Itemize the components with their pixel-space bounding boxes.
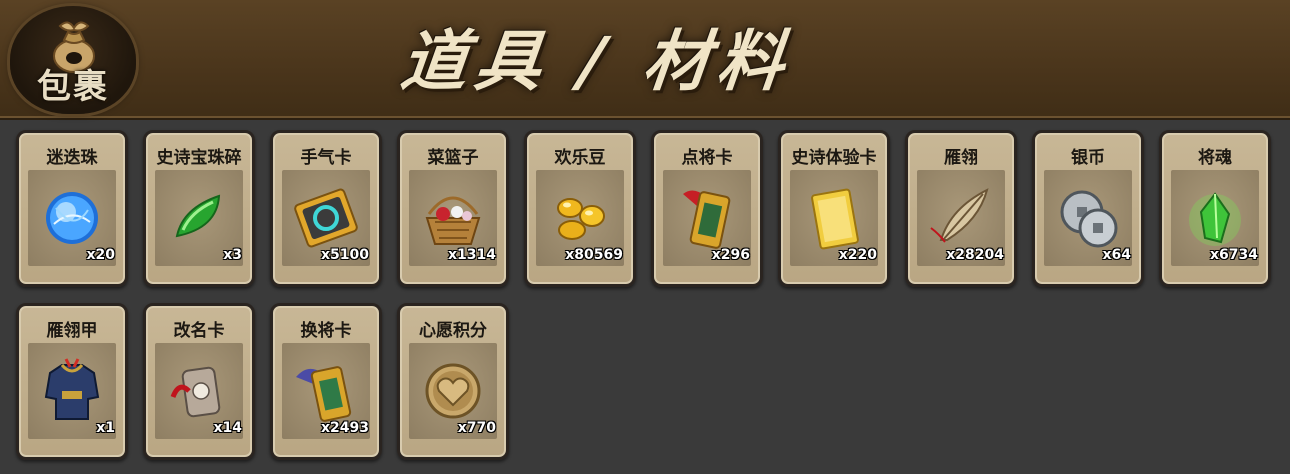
item-count: x6734 — [1210, 247, 1258, 263]
item-card[interactable]: 史诗体验卡 x220 — [778, 130, 890, 287]
item-name: 史诗体验卡 — [791, 148, 877, 168]
item-count: x20 — [86, 247, 115, 263]
green-crystal-icon — [1189, 192, 1241, 246]
item-name: 欢乐豆 — [554, 148, 606, 168]
blue-orb-icon — [46, 192, 98, 244]
item-card[interactable]: 雁翎 x28204 — [905, 130, 1017, 287]
item-card[interactable]: 欢乐豆 x80569 — [524, 130, 636, 287]
swap-token-icon — [296, 366, 352, 422]
item-count: x1 — [96, 420, 115, 436]
item-card[interactable]: 雁翎甲 x1 — [16, 303, 128, 460]
item-name: 心愿积分 — [419, 321, 487, 341]
item-count: x64 — [1102, 247, 1131, 263]
feather-icon — [930, 188, 989, 243]
item-count: x2493 — [321, 420, 369, 436]
rename-tag-icon — [170, 366, 221, 418]
item-count: x3 — [223, 247, 242, 263]
item-card[interactable]: 换将卡 x2493 — [270, 303, 382, 460]
item-card[interactable]: 史诗宝珠碎 x3 — [143, 130, 255, 287]
armor-icon — [44, 358, 100, 420]
page-title: 道具 / 材料 — [397, 23, 796, 100]
luck-card-icon — [294, 188, 358, 248]
gold-card-icon — [811, 188, 859, 250]
silver-coins-icon — [1060, 190, 1118, 248]
item-name: 菜篮子 — [427, 148, 479, 168]
general-token-icon — [683, 190, 731, 249]
item-name: 迷迭珠 — [46, 148, 98, 168]
item-name: 史诗宝珠碎 — [156, 148, 242, 168]
flower-basket-icon — [425, 196, 481, 245]
item-count: x220 — [838, 247, 877, 263]
item-card[interactable]: 银币 x64 — [1032, 130, 1144, 287]
item-name: 改名卡 — [173, 321, 225, 341]
item-count: x296 — [711, 247, 750, 263]
inventory-badge[interactable]: 包裹 — [10, 6, 136, 114]
item-name: 雁翎甲 — [46, 321, 98, 341]
item-name: 手气卡 — [300, 148, 352, 168]
item-count: x14 — [213, 420, 242, 436]
item-count: x80569 — [565, 247, 623, 263]
item-card[interactable]: 心愿积分 x770 — [397, 303, 509, 460]
item-card[interactable]: 点将卡 x296 — [651, 130, 763, 287]
header-bar: 包裹 道具 / 材料 — [0, 0, 1290, 120]
item-count: x770 — [457, 420, 496, 436]
item-card[interactable]: 迷迭珠 x20 — [16, 130, 128, 287]
item-count: x1314 — [448, 247, 496, 263]
badge-label: 包裹 — [37, 67, 109, 107]
item-card[interactable]: 将魂 x6734 — [1159, 130, 1271, 287]
item-card[interactable]: 菜篮子 x1314 — [397, 130, 509, 287]
item-name: 银币 — [1071, 148, 1105, 168]
item-count: x5100 — [321, 247, 369, 263]
item-card[interactable]: 改名卡 x14 — [143, 303, 255, 460]
item-name: 将魂 — [1198, 148, 1232, 168]
item-count: x28204 — [946, 247, 1004, 263]
item-name: 点将卡 — [681, 148, 733, 168]
gold-beans-icon — [557, 198, 605, 240]
green-shard-icon — [175, 194, 221, 238]
item-card[interactable]: 手气卡 x5100 — [270, 130, 382, 287]
item-grid: 迷迭珠 x20 史诗宝珠碎 x3 手气卡 x5100 菜篮子 x1314 欢乐豆… — [16, 130, 1271, 460]
item-name: 雁翎 — [944, 148, 978, 168]
item-name: 换将卡 — [300, 321, 352, 341]
heart-coin-icon — [425, 363, 481, 419]
